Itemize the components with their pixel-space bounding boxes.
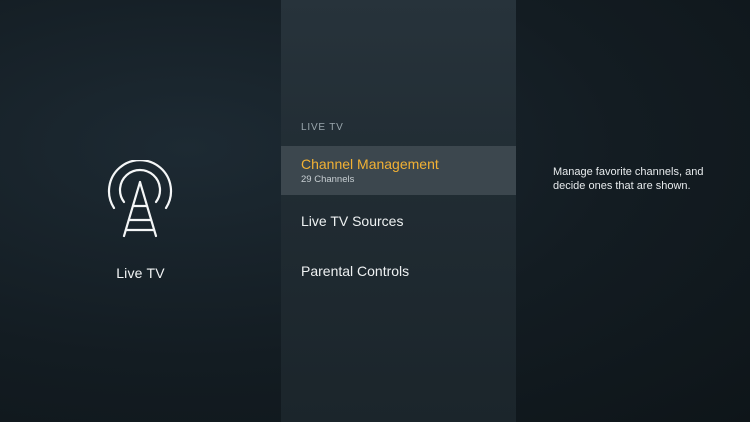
item-description: Manage favorite channels, and decide one… — [553, 166, 704, 192]
menu-item-label: Channel Management — [301, 156, 439, 172]
menu-header: LIVE TV — [301, 122, 344, 133]
antenna-icon — [107, 160, 173, 238]
settings-menu: LIVE TV Channel Management 29 Channels L… — [281, 0, 516, 422]
menu-item-live-tv-sources[interactable]: Live TV Sources — [281, 212, 516, 238]
menu-item-parental-controls[interactable]: Parental Controls — [281, 262, 516, 288]
menu-item-channel-management[interactable]: Channel Management 29 Channels — [281, 146, 516, 195]
menu-item-sublabel: 29 Channels — [301, 174, 355, 185]
menu-item-label: Live TV Sources — [301, 213, 404, 229]
category-panel: Live TV — [0, 0, 281, 422]
menu-item-label: Parental Controls — [301, 263, 410, 279]
category-title: Live TV — [116, 265, 165, 281]
